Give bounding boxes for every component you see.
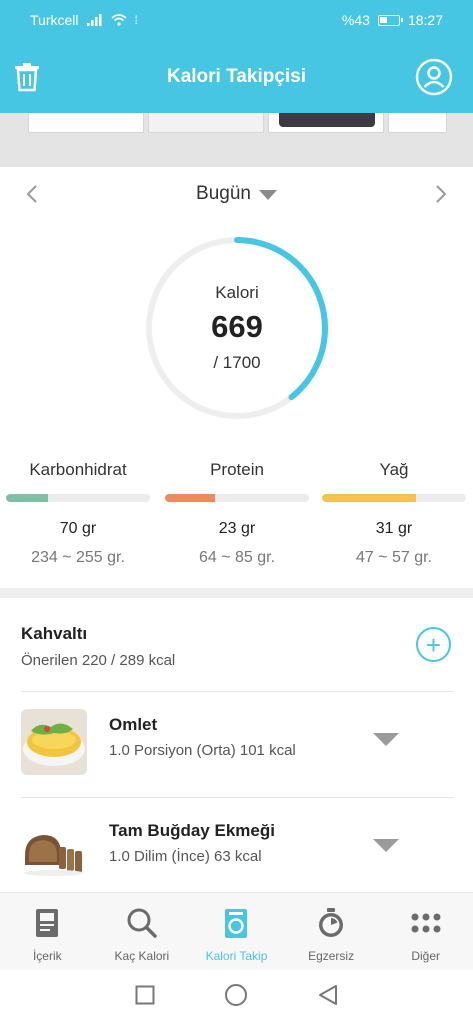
macro-bar-fill <box>322 494 416 502</box>
macro-range: 64 ~ 85 gr. <box>198 549 276 566</box>
tab-label: Kaç Kalori <box>114 949 170 963</box>
meal-title: Kahvaltı <box>21 624 88 643</box>
meal-section-header: Kahvaltı Önerilen 220 / 289 kcal + <box>0 610 473 690</box>
macro-bar <box>322 494 466 502</box>
expand-caret-icon[interactable] <box>373 839 399 852</box>
status-bar: Turkcell ⁞ %43 18:27 <box>0 0 473 40</box>
battery-percent: %43 <box>341 12 370 28</box>
signal-icon <box>86 14 101 26</box>
tab-more[interactable]: Diğer <box>378 893 473 970</box>
wifi-icon <box>110 14 127 26</box>
calorie-value: 669 <box>211 309 263 344</box>
macro-grams: 31 gr <box>375 520 413 537</box>
add-food-button[interactable]: + <box>416 627 451 662</box>
trash-button[interactable] <box>8 58 46 96</box>
back-button[interactable] <box>317 984 339 1011</box>
tab-content[interactable]: İçerik <box>0 893 95 970</box>
plus-icon: + <box>425 629 442 660</box>
triangle-back-icon <box>318 984 337 1005</box>
macro-range: 47 ~ 57 gr. <box>355 549 433 566</box>
bread-image <box>21 815 87 881</box>
food-detail: 1.0 Dilim (İnce) 63 kcal <box>109 848 262 865</box>
macro-fat: Yağ 31 gr 47 ~ 57 gr. <box>321 460 467 567</box>
banner-strip <box>0 113 473 167</box>
macro-bar-fill <box>165 494 216 502</box>
tab-label: Egzersiz <box>308 949 355 963</box>
previous-day-button[interactable] <box>20 182 44 206</box>
expand-caret-icon[interactable] <box>373 733 399 746</box>
banner-card[interactable] <box>388 113 447 133</box>
omelette-image <box>21 709 87 775</box>
date-label: Bugün <box>196 183 251 204</box>
macros-summary: Karbonhidrat 70 gr 234 ~ 255 gr. Protein… <box>0 460 473 570</box>
battery-icon <box>377 14 403 26</box>
notification-icon: ⁞ <box>134 13 138 27</box>
macro-name: Karbonhidrat <box>29 460 127 479</box>
banner-card[interactable] <box>28 113 144 133</box>
food-item-row[interactable]: Tam Buğday Ekmeği 1.0 Dilim (İnce) 63 kc… <box>0 801 473 901</box>
recent-apps-button[interactable] <box>135 985 155 1010</box>
divider <box>21 691 453 692</box>
macro-name: Yağ <box>379 460 409 479</box>
stopwatch-icon <box>315 907 347 939</box>
profile-icon <box>415 58 453 96</box>
banner-card[interactable] <box>268 113 384 133</box>
scale-icon <box>220 907 252 939</box>
clock: 18:27 <box>407 12 443 28</box>
meal-recommended: Önerilen 220 / 289 kcal <box>21 652 176 669</box>
chevron-right-icon <box>436 185 447 203</box>
macro-name: Protein <box>210 460 264 479</box>
food-name: Tam Buğday Ekmeği <box>109 821 275 840</box>
food-name: Omlet <box>109 715 158 734</box>
tab-exercise[interactable]: Egzersiz <box>284 893 379 970</box>
date-navigation: Bugün <box>0 168 473 220</box>
macro-bar <box>165 494 309 502</box>
next-day-button[interactable] <box>429 182 453 206</box>
macro-range: 234 ~ 255 gr. <box>31 549 125 566</box>
tab-calorie-search[interactable]: Kaç Kalori <box>95 893 190 970</box>
macro-grams: 23 gr <box>218 520 256 537</box>
calorie-goal: / 1700 <box>213 353 261 372</box>
date-selector[interactable]: Bugün <box>196 183 277 205</box>
trash-icon <box>15 63 39 92</box>
caret-down-icon <box>258 190 277 200</box>
food-detail: 1.0 Porsiyon (Orta) 101 kcal <box>109 742 296 759</box>
grid-dots-icon <box>410 907 442 939</box>
calorie-label: Kalori <box>215 283 259 302</box>
home-button[interactable] <box>224 983 248 1012</box>
macro-bar-fill <box>6 494 48 502</box>
section-divider <box>0 588 473 598</box>
food-item-row[interactable]: Omlet 1.0 Porsiyon (Orta) 101 kcal <box>0 695 473 795</box>
tab-label: Diğer <box>411 949 441 963</box>
banner-image <box>279 113 375 127</box>
macro-grams: 70 gr <box>59 520 97 537</box>
tab-label: Kalori Takip <box>205 949 268 963</box>
divider <box>21 797 453 798</box>
banner-card[interactable] <box>148 113 264 133</box>
macro-carbohydrate: Karbonhidrat 70 gr 234 ~ 255 gr. <box>5 460 151 567</box>
calorie-ring: Kalori 669 / 1700 <box>144 235 330 421</box>
system-navigation-bar <box>0 970 473 1024</box>
square-icon <box>135 985 154 1004</box>
macro-protein: Protein 23 gr 64 ~ 85 gr. <box>164 460 310 567</box>
tab-calorie-tracker[interactable]: Kalori Takip <box>189 893 284 970</box>
carrier-label: Turkcell <box>30 12 79 28</box>
app-header: Kalori Takipçisi <box>0 40 473 113</box>
circle-icon <box>224 983 247 1006</box>
search-icon <box>126 907 158 939</box>
tab-label: İçerik <box>32 949 62 963</box>
profile-button[interactable] <box>415 58 453 96</box>
macro-bar <box>6 494 150 502</box>
chevron-left-icon <box>26 185 37 203</box>
bottom-tab-bar: İçerik Kaç Kalori Kalori Takip Egzersiz … <box>0 892 473 970</box>
book-icon <box>31 907 63 939</box>
page-title: Kalori Takipçisi <box>166 65 307 87</box>
